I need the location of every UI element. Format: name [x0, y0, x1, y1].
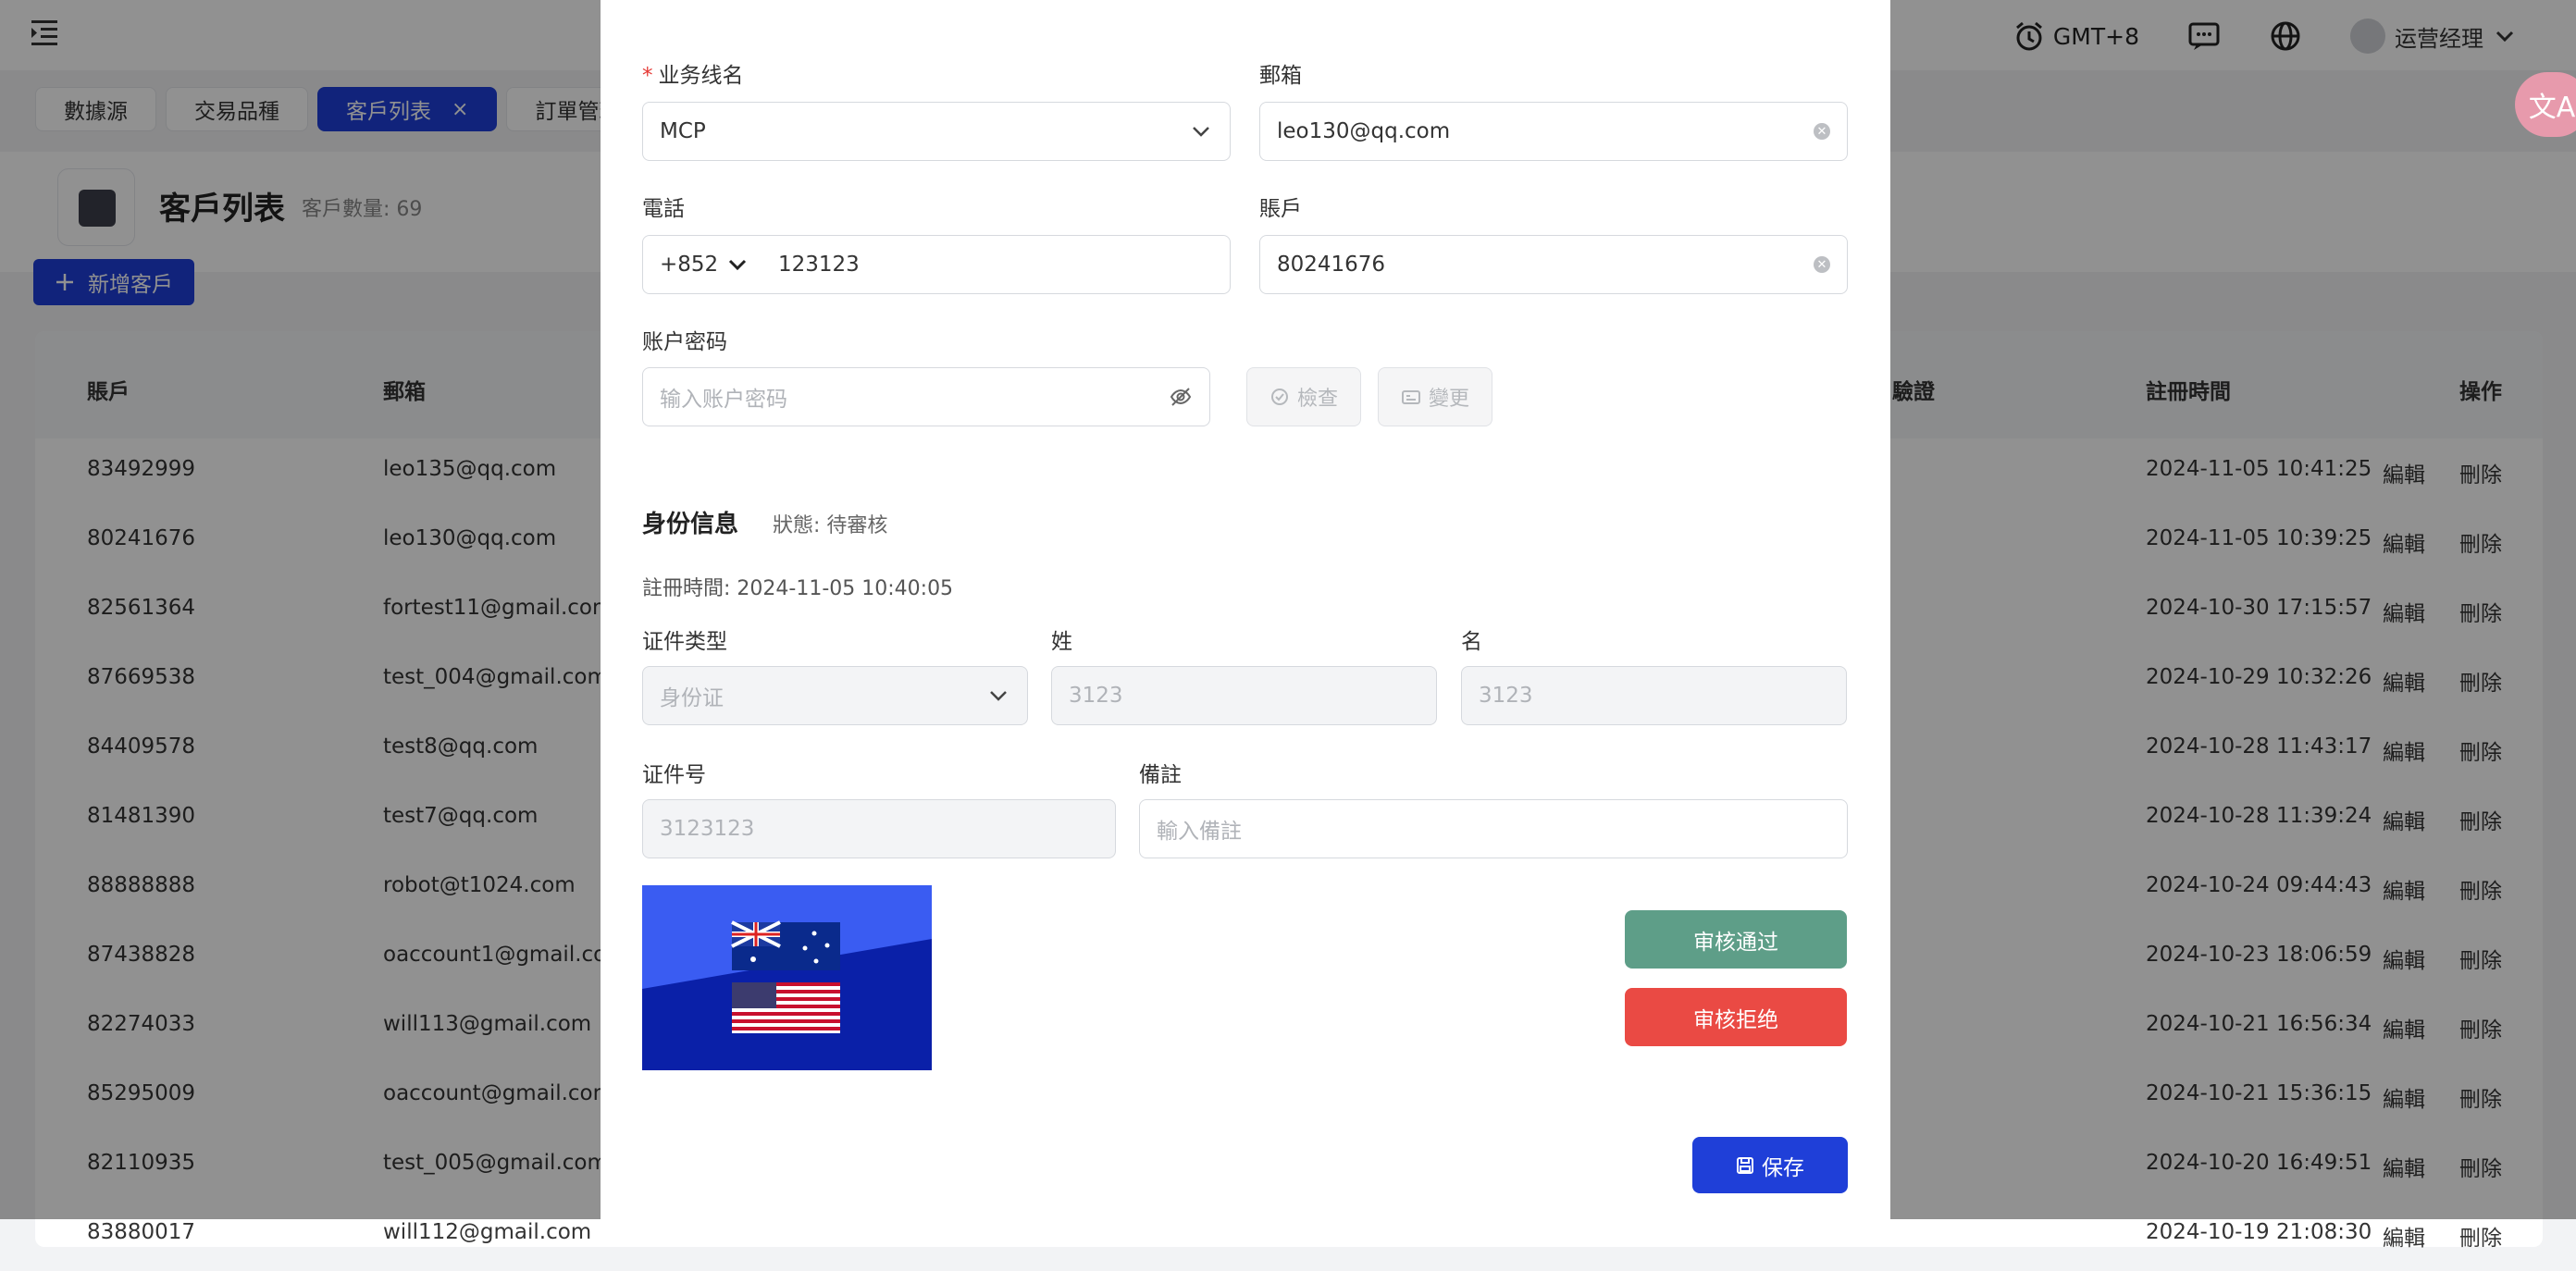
save-label: 保存 [1762, 1155, 1804, 1180]
remark-placeholder: 輸入備註 [1157, 820, 1242, 844]
change-icon [1401, 387, 1421, 407]
change-password-button[interactable]: 變更 [1378, 367, 1492, 426]
identity-status: 狀態: 待審核 [773, 514, 888, 537]
account-label: 賬戶 [1259, 197, 1302, 221]
phone-code-value: +852 [660, 253, 719, 277]
delete-link[interactable]: 刪除 [2459, 1220, 2502, 1252]
remark-label: 備註 [1139, 763, 1182, 787]
password-input[interactable]: 输入账户密码 [642, 367, 1210, 426]
phone-code-select[interactable]: +852 [643, 253, 762, 277]
id-document-image[interactable] [642, 885, 932, 1070]
password-placeholder: 输入账户密码 [660, 388, 787, 412]
change-label: 變更 [1428, 388, 1469, 411]
last-name-value: 3123 [1069, 684, 1123, 708]
save-button[interactable]: 保存 [1692, 1137, 1848, 1193]
business-line-label-text: 业务线名 [658, 64, 744, 88]
first-name-value: 3123 [1479, 684, 1533, 708]
email-label: 郵箱 [1259, 64, 1302, 88]
id-type-select[interactable]: 身份证 [642, 666, 1028, 725]
account-value: 80241676 [1277, 253, 1386, 277]
account-cell: 83880017 [87, 1220, 196, 1244]
remark-input[interactable]: 輸入備註 [1139, 799, 1848, 858]
business-line-label: * 业务线名 [642, 57, 744, 89]
translate-float-button[interactable]: 文A [2515, 72, 2576, 137]
approve-button[interactable]: 审核通过 [1625, 910, 1847, 969]
check-icon [1269, 387, 1290, 407]
id-type-value: 身份证 [660, 686, 724, 710]
save-icon [1736, 1156, 1754, 1175]
chevron-down-icon [986, 684, 1010, 708]
check-password-button[interactable]: 檢查 [1246, 367, 1361, 426]
email-value: leo130@qq.com [1277, 119, 1451, 143]
last-name-field[interactable]: 3123 [1051, 666, 1437, 725]
phone-label: 電話 [642, 197, 685, 221]
id-number-value: 3123123 [660, 817, 755, 841]
password-label: 账户密码 [642, 330, 727, 354]
clear-icon[interactable]: ✕ [1814, 256, 1830, 273]
edit-customer-modal: * 业务线名 MCP 郵箱 leo130@qq.com ✕ 電話 +852 123… [601, 0, 1890, 1230]
email-field[interactable]: leo130@qq.com ✕ [1259, 102, 1848, 161]
eye-off-icon[interactable] [1169, 385, 1193, 409]
id-type-label: 证件类型 [642, 630, 727, 654]
id-number-field[interactable]: 3123123 [642, 799, 1116, 858]
reject-button[interactable]: 审核拒绝 [1625, 988, 1847, 1046]
email-cell: will112@gmail.com [383, 1220, 592, 1244]
clear-icon[interactable]: ✕ [1814, 123, 1830, 140]
identity-section-title: 身份信息 [642, 511, 739, 538]
business-line-select[interactable]: MCP [642, 102, 1231, 161]
phone-number-input[interactable]: 123123 [762, 253, 1230, 277]
first-name-field[interactable]: 3123 [1461, 666, 1847, 725]
business-line-value: MCP [660, 119, 706, 143]
identity-reg-time: 註冊時間: 2024-11-05 10:40:05 [642, 577, 954, 600]
phone-field: +852 123123 [642, 235, 1231, 294]
edit-link[interactable]: 編輯 [2383, 1220, 2425, 1252]
required-mark: * [642, 64, 653, 88]
id-number-label: 证件号 [642, 763, 706, 787]
chevron-down-icon [1189, 119, 1213, 143]
reg-time-cell: 2024-10-19 21:08:30 [2146, 1220, 2372, 1244]
check-label: 檢查 [1296, 388, 1338, 411]
last-name-label: 姓 [1051, 630, 1072, 654]
account-field[interactable]: 80241676 ✕ [1259, 235, 1848, 294]
chevron-down-icon [725, 253, 749, 277]
first-name-label: 名 [1461, 630, 1482, 654]
